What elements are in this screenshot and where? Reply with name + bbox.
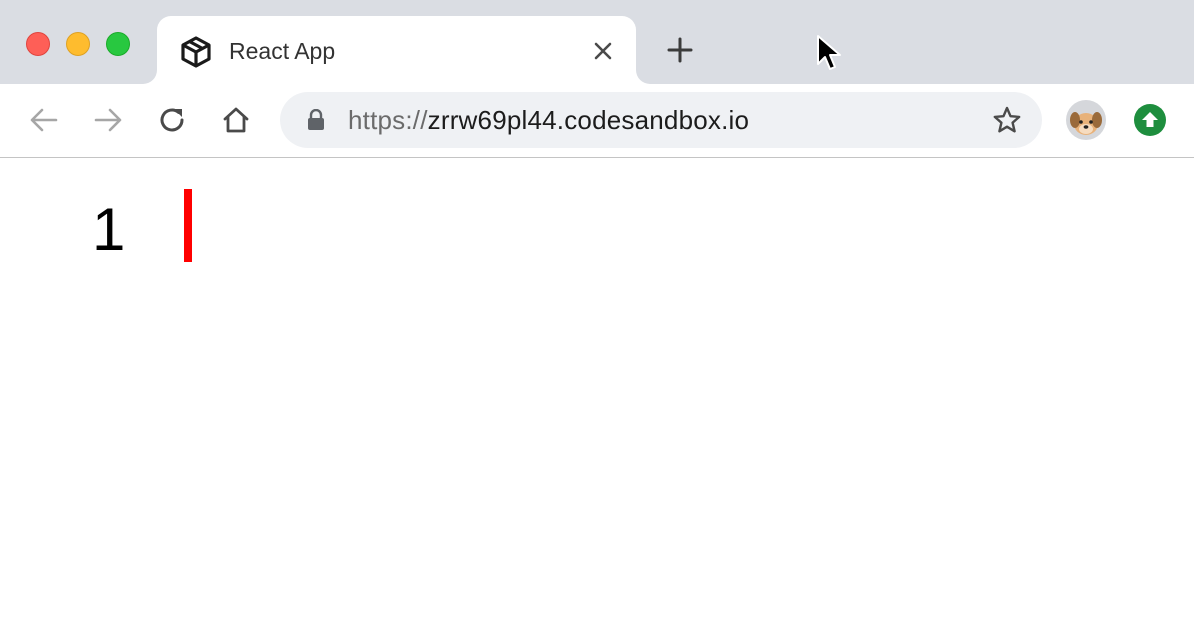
page-content: 1 xyxy=(0,158,1194,630)
url-host: zrrw69pl44.codesandbox.io xyxy=(427,105,750,135)
home-icon[interactable] xyxy=(218,102,254,138)
window-close-button[interactable] xyxy=(26,32,50,56)
forward-arrow-icon[interactable] xyxy=(90,102,126,138)
tab-strip: React App xyxy=(0,0,1194,84)
profile-avatar[interactable] xyxy=(1066,100,1106,140)
window-maximize-button[interactable] xyxy=(106,32,130,56)
tab-react-app[interactable]: React App xyxy=(157,16,636,84)
mouse-pointer-icon xyxy=(817,35,841,70)
tab-close-icon[interactable] xyxy=(590,38,616,64)
reload-icon[interactable] xyxy=(154,102,190,138)
counter-value: 1 xyxy=(92,196,126,263)
red-bar xyxy=(184,189,192,262)
new-tab-plus-icon[interactable] xyxy=(664,34,696,66)
address-bar[interactable]: https://zrrw69pl44.codesandbox.io xyxy=(280,92,1042,148)
tab-title: React App xyxy=(229,38,336,64)
bookmark-star-icon[interactable] xyxy=(992,105,1022,135)
window-minimize-button[interactable] xyxy=(66,32,90,56)
browser-window: React App https://zrrw69pl44.codesandbox… xyxy=(0,0,1194,630)
update-arrow-icon[interactable] xyxy=(1134,104,1166,136)
dog-avatar-icon xyxy=(1070,112,1102,135)
codesandbox-cube-icon xyxy=(181,36,211,68)
lock-icon[interactable] xyxy=(306,109,326,131)
back-arrow-icon[interactable] xyxy=(26,102,62,138)
browser-toolbar: https://zrrw69pl44.codesandbox.io xyxy=(0,84,1194,158)
url-text[interactable]: https://zrrw69pl44.codesandbox.io xyxy=(348,105,749,135)
url-scheme: https:// xyxy=(348,105,428,135)
